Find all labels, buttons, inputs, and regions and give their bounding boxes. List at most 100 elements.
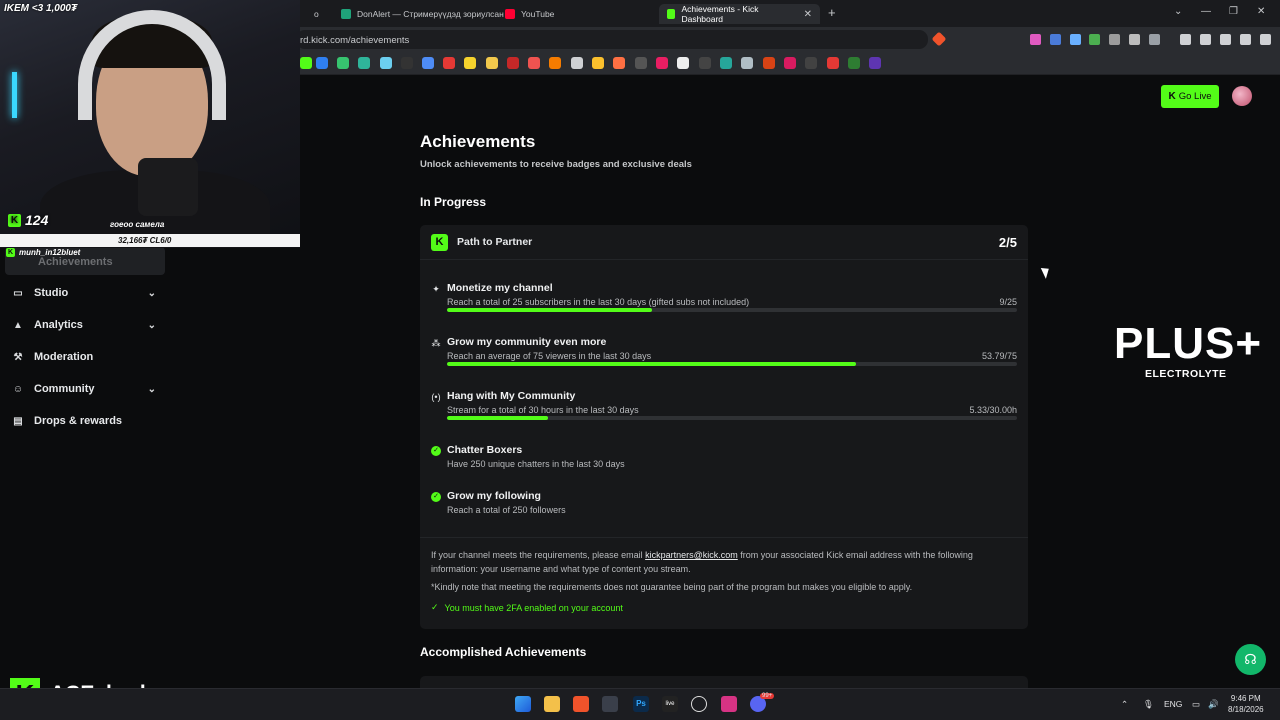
go-live-button[interactable]: K Go Live	[1161, 85, 1219, 108]
bookmark-icon[interactable]	[763, 57, 775, 69]
tray-chevron-icon[interactable]: ⌃	[1121, 699, 1128, 710]
in-progress-heading: In Progress	[420, 195, 487, 209]
bookmark-icon[interactable]	[464, 57, 476, 69]
sidebar-item-moderation[interactable]: ⚒ Moderation	[12, 344, 160, 370]
system-clock[interactable]: 9:46 PM 8/18/2026	[1228, 693, 1264, 715]
goal-title: Chatter Boxers	[447, 444, 523, 456]
bookmark-icon[interactable]	[443, 57, 455, 69]
extension-icon[interactable]	[1149, 34, 1160, 45]
tab-label: YouTube	[521, 9, 555, 19]
volume-icon[interactable]: 🔊	[1208, 699, 1219, 710]
bookmark-icon[interactable]	[656, 57, 668, 69]
extension-icon[interactable]	[1089, 34, 1100, 45]
bookmark-icon[interactable]	[592, 57, 604, 69]
goal-title: Grow my community even more	[447, 336, 607, 348]
file-explorer-icon[interactable]	[544, 696, 560, 712]
sidebar-toggle-icon[interactable]	[1180, 34, 1191, 45]
tab-search-icon[interactable]: ⌄	[1174, 6, 1182, 17]
drops-icon: ▤	[13, 415, 23, 427]
extension-icon[interactable]	[1030, 34, 1041, 45]
tab-partial[interactable]: o	[306, 4, 327, 24]
avatar[interactable]	[1232, 86, 1252, 106]
leo-ai-icon[interactable]	[1220, 34, 1231, 45]
extension-icon[interactable]	[1050, 34, 1061, 45]
sidebar-item-drops[interactable]: ▤ Drops & rewards	[12, 408, 160, 434]
tab-achievements[interactable]: Achievements - Kick Dashboard ✕	[659, 4, 820, 24]
bookmark-icon[interactable]	[805, 57, 817, 69]
bookmark-icon[interactable]	[677, 57, 689, 69]
minimize-icon[interactable]: —	[1201, 6, 1211, 17]
goal-description: Stream for a total of 30 hours in the la…	[447, 405, 639, 415]
close-window-icon[interactable]: ✕	[1257, 6, 1265, 17]
new-tab-button[interactable]: +	[828, 5, 836, 20]
maximize-icon[interactable]: ❐	[1229, 6, 1238, 17]
bookmark-icon[interactable]	[741, 57, 753, 69]
bookmark-icon[interactable]	[784, 57, 796, 69]
close-tab-icon[interactable]: ✕	[804, 9, 812, 20]
bookmark-icon[interactable]	[486, 57, 498, 69]
extension-icon[interactable]	[1109, 34, 1120, 45]
partner-email-link[interactable]: kickpartners@kick.com	[645, 550, 738, 560]
url-text[interactable]: rd.kick.com/achievements	[300, 35, 409, 46]
app-icon[interactable]	[721, 696, 737, 712]
bookmark-icon[interactable]	[635, 57, 647, 69]
broadcast-icon: (•)	[431, 392, 441, 402]
puzzle-icon[interactable]	[1129, 34, 1140, 45]
requirement-label: You must have 2FA enabled on your accoun…	[444, 602, 623, 613]
vpn-icon[interactable]	[1240, 34, 1251, 45]
bookmark-icon[interactable]	[401, 57, 413, 69]
bookmark-icon[interactable]	[337, 57, 349, 69]
bookmark-icon[interactable]	[422, 57, 434, 69]
card-header[interactable]: K Path to Partner 2/5	[420, 225, 1028, 260]
sidebar-item-label: Moderation	[34, 351, 94, 363]
bookmark-icon[interactable]	[380, 57, 392, 69]
brave-browser-icon[interactable]	[573, 696, 589, 712]
bookmark-icon[interactable]	[528, 57, 540, 69]
progress-fill	[447, 362, 856, 366]
chevron-down-icon: ⌄	[147, 383, 156, 395]
webcam-overlay: IKEM <3 1,000₮ K 124 гоеоо самела	[0, 0, 300, 248]
sidebar-item-community[interactable]: ☺ Community ⌄	[12, 376, 160, 402]
language-indicator[interactable]: ENG	[1164, 699, 1182, 709]
bookmark-icon[interactable]	[549, 57, 561, 69]
page-subtitle: Unlock achievements to receive badges an…	[420, 159, 692, 170]
tab-youtube[interactable]: YouTube	[497, 4, 562, 24]
goal-title: Grow my following	[447, 490, 541, 502]
bookmark-icon[interactable]	[316, 57, 328, 69]
network-icon[interactable]: ▭	[1192, 699, 1200, 710]
bookmark-icon[interactable]	[358, 57, 370, 69]
accomplished-card	[420, 676, 1028, 688]
discord-badge: 99+	[760, 693, 775, 699]
windows-start-icon[interactable]	[515, 696, 531, 712]
support-chat-button[interactable]: ☊	[1235, 644, 1266, 675]
sidebar-item-studio[interactable]: ▭ Studio ⌄	[12, 280, 160, 306]
sidebar-item-label: Achievements	[38, 256, 113, 268]
bookmark-icon[interactable]	[613, 57, 625, 69]
wallet-icon[interactable]	[1200, 34, 1211, 45]
sparkle-icon: ✦	[432, 284, 440, 294]
sidebar-item-analytics[interactable]: ▲ Analytics ⌄	[12, 312, 160, 338]
menu-icon[interactable]	[1260, 34, 1271, 45]
neon-light	[12, 72, 17, 118]
bookmark-icon[interactable]	[571, 57, 583, 69]
bookmark-icon[interactable]	[827, 57, 839, 69]
sidebar-item-label: Analytics	[34, 319, 83, 331]
tab-donalert[interactable]: DonAlert — Стримерүүдэд зориулсан	[333, 4, 512, 24]
bookmark-icon[interactable]	[848, 57, 860, 69]
app-icon[interactable]	[602, 696, 618, 712]
live-app-icon[interactable]: live	[662, 696, 678, 712]
bookmark-icon[interactable]	[869, 57, 881, 69]
goal-value: 9/25	[999, 297, 1017, 307]
microphone-icon[interactable]: 🎙	[1143, 699, 1154, 710]
headset-icon: ☊	[1244, 651, 1257, 667]
bookmark-icon[interactable]	[507, 57, 519, 69]
accomplished-heading: Accomplished Achievements	[420, 645, 587, 659]
progress-track	[447, 416, 1017, 420]
bookmark-icon[interactable]	[300, 57, 312, 69]
extension-icon[interactable]	[1070, 34, 1081, 45]
obs-icon[interactable]	[691, 696, 707, 712]
bookmark-icon[interactable]	[720, 57, 732, 69]
bookmark-icon[interactable]	[699, 57, 711, 69]
photoshop-icon[interactable]: Ps	[633, 696, 649, 712]
card-progress-count: 2/5	[998, 235, 1017, 250]
